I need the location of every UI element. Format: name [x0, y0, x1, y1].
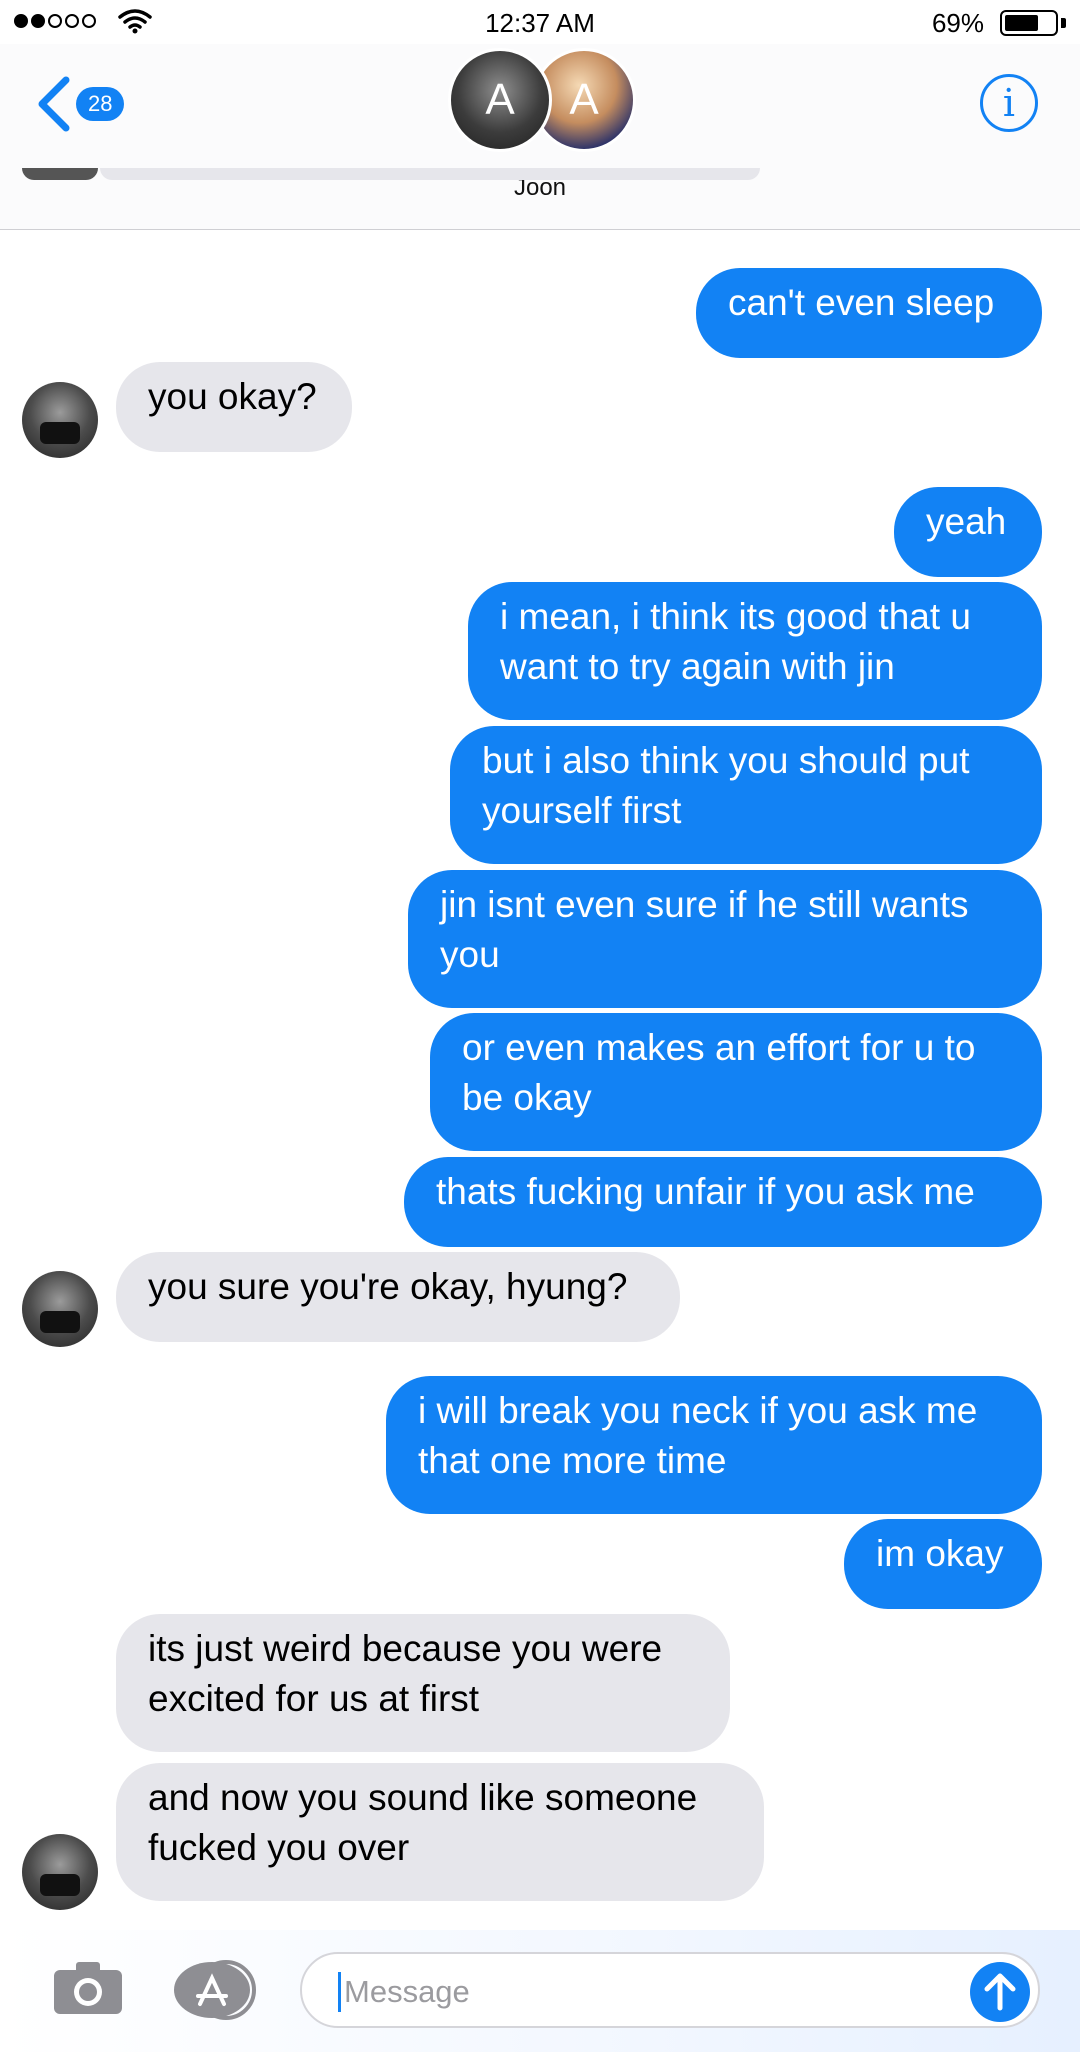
message-bubble-outgoing[interactable]: yeah [894, 487, 1042, 577]
message-text: but i also think you should put yourself… [482, 740, 970, 831]
message-text: jin isnt even sure if he still wants you [440, 884, 969, 975]
message-bubble-outgoing[interactable]: i mean, i think its good that u want to … [468, 582, 1042, 720]
send-button[interactable] [970, 1962, 1030, 2022]
message-text: you okay? [148, 376, 317, 417]
message-bubble-outgoing[interactable]: jin isnt even sure if he still wants you [408, 870, 1042, 1008]
avatar [22, 382, 98, 458]
message-bubble-outgoing[interactable]: i will break you neck if you ask me that… [386, 1376, 1042, 1514]
arrow-up-icon [984, 1973, 1016, 2011]
message-bubble-incoming[interactable]: you sure you're okay, hyung? [116, 1252, 680, 1342]
message-text: or even makes an effort for u to be okay [462, 1027, 976, 1118]
message-bubble-outgoing[interactable]: or even makes an effort for u to be okay [430, 1013, 1042, 1151]
message-input-bar: Message [0, 1930, 1080, 2052]
battery-percent: 69% [931, 8, 984, 38]
avatar: A [448, 48, 552, 152]
message-bubble-incoming[interactable]: you okay? [116, 362, 352, 452]
message-text: im okay [876, 1533, 1004, 1574]
unread-count-badge: 28 [76, 87, 125, 121]
conversation-header: 28 A A Joon i [0, 44, 1080, 230]
message-text: thats fucking unfair if you ask me [436, 1171, 975, 1212]
message-text: its just weird because you were excited … [148, 1628, 663, 1719]
message-bubble-outgoing[interactable]: can't even sleep [696, 268, 1042, 358]
message-bubble-incoming[interactable]: and now you sound like someone fucked yo… [116, 1763, 764, 1901]
status-bar: 12:37 AM 69% [0, 0, 1080, 44]
message-bubble-outgoing[interactable]: thats fucking unfair if you ask me [404, 1157, 1042, 1247]
message-text: i mean, i think its good that u want to … [500, 596, 971, 687]
message-placeholder: Message [344, 1974, 470, 2009]
avatar [22, 1271, 98, 1347]
message-input[interactable]: Message [300, 1952, 1040, 2028]
status-time: 12:37 AM [485, 8, 595, 38]
message-text: yeah [926, 501, 1007, 542]
message-text: you sure you're okay, hyung? [148, 1266, 628, 1307]
message-text: can't even sleep [728, 282, 995, 323]
back-button[interactable]: 28 [36, 74, 136, 134]
message-text: and now you sound like someone fucked yo… [148, 1777, 698, 1868]
info-icon: i [1002, 81, 1016, 125]
camera-icon[interactable] [52, 1960, 124, 2016]
chevron-left-icon [38, 76, 70, 132]
avatar [22, 1834, 98, 1910]
message-bubble-incoming[interactable]: its just weird because you were excited … [116, 1614, 730, 1752]
group-avatars[interactable]: A A [448, 48, 636, 152]
text-cursor [338, 1972, 341, 2012]
message-text: i will break you neck if you ask me that… [418, 1390, 978, 1481]
battery-level [1005, 15, 1038, 31]
message-bubble-outgoing[interactable]: im okay [844, 1519, 1042, 1609]
avatar [22, 168, 98, 180]
info-button[interactable]: i [980, 74, 1038, 132]
app-store-icon[interactable] [172, 1960, 256, 2020]
battery-icon [1000, 10, 1058, 36]
message-bubble-incoming [100, 168, 760, 180]
message-bubble-outgoing[interactable]: but i also think you should put yourself… [450, 726, 1042, 864]
